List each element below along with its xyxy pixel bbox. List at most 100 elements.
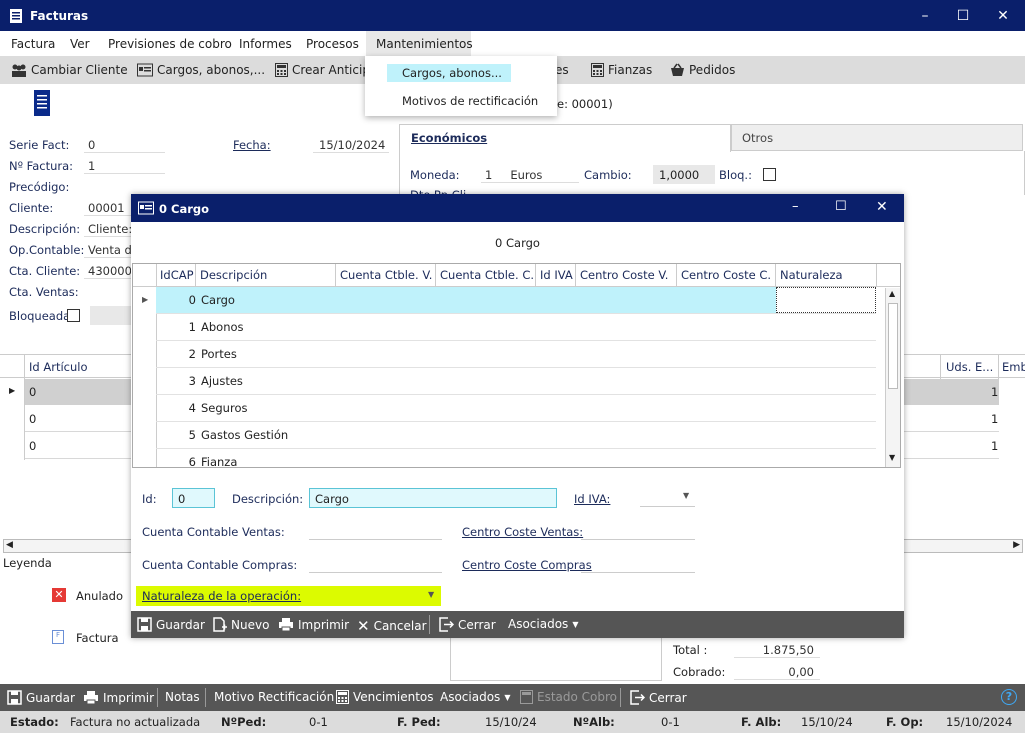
opcontable-field[interactable]: Venta de bbox=[84, 243, 131, 258]
dialog-cancelar-button[interactable]: ✕ Cancelar bbox=[357, 617, 427, 635]
scroll-left-icon[interactable]: ◀ bbox=[6, 540, 13, 550]
fianzas-button[interactable]: Fianzas bbox=[591, 63, 652, 77]
descripcion-field[interactable]: Cliente: bbox=[84, 222, 132, 237]
table-row[interactable]: 0 bbox=[24, 433, 131, 459]
dialog-nuevo-label: Nuevo bbox=[231, 617, 270, 632]
table-row-right[interactable]: 1 bbox=[903, 406, 999, 432]
col-naturaleza[interactable]: Naturaleza bbox=[776, 264, 877, 287]
table-row[interactable]: 0 bbox=[24, 379, 131, 405]
col-descripcion[interactable]: Descripción bbox=[196, 264, 336, 287]
ctacliente-field[interactable]: 430000 bbox=[84, 264, 131, 279]
tab-otros[interactable]: Otros bbox=[731, 124, 1023, 151]
menu-mantenimientos[interactable]: Mantenimientos bbox=[376, 37, 473, 51]
dialog-nuevo-button[interactable]: Nuevo bbox=[212, 617, 269, 632]
moneda-field[interactable]: 1 Euros bbox=[481, 168, 579, 183]
table-row[interactable]: 0 bbox=[24, 406, 131, 432]
table-row[interactable]: 3 Ajustes bbox=[156, 368, 876, 395]
scroll-right-icon[interactable]: ▶ bbox=[1013, 540, 1020, 550]
tab-economicos[interactable]: Económicos bbox=[399, 124, 731, 152]
nalb-value: 0-1 bbox=[661, 715, 680, 729]
dialog-guardar-button[interactable]: Guardar bbox=[137, 617, 205, 632]
table-row-right[interactable]: 1 bbox=[903, 433, 999, 459]
col-idiva[interactable]: Id IVA bbox=[536, 264, 576, 287]
imprimir-button[interactable]: Imprimir bbox=[83, 690, 154, 705]
bloqueada-checkbox[interactable] bbox=[67, 309, 80, 322]
dialog-asociados-button[interactable]: Asociados ▼ bbox=[508, 617, 578, 631]
nfactura-field[interactable]: 1 bbox=[84, 159, 165, 174]
col-emb[interactable]: Emb bbox=[1002, 360, 1025, 374]
row-id: 1 bbox=[188, 320, 196, 334]
maximize-button[interactable]: ☐ bbox=[953, 7, 973, 25]
table-row-right[interactable]: 1 bbox=[903, 379, 999, 405]
menu-item-motivos[interactable]: Motivos de rectificación bbox=[402, 94, 538, 108]
menu-factura[interactable]: Factura bbox=[11, 37, 55, 51]
cerrar-button[interactable]: Cerrar bbox=[630, 690, 687, 705]
dialog-cerrar-button[interactable]: Cerrar bbox=[439, 617, 496, 632]
idiva-label[interactable]: Id IVA: bbox=[574, 492, 610, 506]
cargos-button[interactable]: Cargos, abonos,... bbox=[137, 63, 265, 77]
dialog-guardar-label: Guardar bbox=[156, 617, 205, 632]
naturaleza-cell[interactable] bbox=[776, 287, 876, 313]
scrollbar-thumb[interactable] bbox=[888, 303, 898, 389]
col-idcap[interactable]: IdCAP bbox=[156, 264, 196, 287]
menu-previsiones[interactable]: Previsiones de cobro bbox=[108, 37, 232, 51]
cctv-label[interactable]: Centro Coste Ventas: bbox=[462, 525, 583, 539]
pedidos-button[interactable]: Pedidos bbox=[670, 63, 735, 77]
ccc-field[interactable] bbox=[309, 554, 442, 573]
dialog-close-button[interactable]: ✕ bbox=[876, 199, 888, 215]
cctc-field[interactable] bbox=[581, 554, 695, 573]
scroll-up-icon[interactable]: ▲ bbox=[889, 289, 895, 298]
dialog-maximize-button[interactable]: ☐ bbox=[835, 199, 847, 214]
dialog-imprimir-button[interactable]: Imprimir bbox=[278, 617, 349, 632]
id-field[interactable]: 0 bbox=[172, 488, 215, 508]
menu-ver[interactable]: Ver bbox=[70, 37, 90, 51]
asociados-button[interactable]: Asociados ▼ bbox=[440, 690, 510, 704]
cambiar-cliente-button[interactable]: Cambiar Cliente bbox=[11, 63, 128, 77]
table-row[interactable]: 1 Abonos bbox=[156, 314, 876, 341]
col-cuenta-v[interactable]: Cuenta Ctble. V. bbox=[336, 264, 436, 287]
cctc-label[interactable]: Centro Coste Compras bbox=[462, 558, 592, 572]
col-id-articulo[interactable]: Id Artículo bbox=[29, 360, 88, 374]
dialog-minimize-button[interactable]: – bbox=[792, 199, 799, 214]
crear-anticipo-button[interactable]: Crear Anticipo bbox=[275, 63, 377, 77]
table-row[interactable]: 5 Gastos Gestión bbox=[156, 422, 876, 449]
descripcion-field[interactable]: Cargo bbox=[309, 488, 557, 508]
toolbar-partial-label[interactable]: es bbox=[555, 63, 569, 77]
exit-icon bbox=[439, 617, 454, 632]
fecha-label[interactable]: Fecha: bbox=[233, 138, 271, 152]
notas-button[interactable]: Notas bbox=[165, 690, 200, 704]
cctv-field[interactable] bbox=[581, 521, 695, 540]
dialog-grid: IdCAP Descripción Cuenta Ctble. V. Cuent… bbox=[132, 263, 901, 468]
col-centro-c[interactable]: Centro Coste C. bbox=[677, 264, 776, 287]
motivo-rectificacion-button[interactable]: Motivo Rectificación bbox=[214, 690, 334, 704]
legend-anulado: Anulado bbox=[76, 589, 124, 603]
col-uds[interactable]: Uds. E... bbox=[946, 360, 993, 374]
row-id: 0 bbox=[188, 293, 196, 307]
table-row[interactable]: 0 Cargo bbox=[156, 287, 876, 314]
vencimientos-button[interactable]: Vencimientos bbox=[336, 690, 434, 704]
vertical-scrollbar[interactable]: ▲ ▼ bbox=[885, 288, 900, 467]
bloq-checkbox[interactable] bbox=[763, 168, 776, 181]
close-button[interactable]: ✕ bbox=[993, 7, 1013, 25]
table-row[interactable]: 2 Portes bbox=[156, 341, 876, 368]
nped-label: NºPed: bbox=[221, 715, 267, 729]
cliente-field[interactable]: 00001 bbox=[84, 201, 131, 216]
menu-informes[interactable]: Informes bbox=[239, 37, 292, 51]
col-cuenta-c[interactable]: Cuenta Ctble. C. bbox=[436, 264, 536, 287]
guardar-button[interactable]: Guardar bbox=[7, 690, 75, 705]
tab-otros-label: Otros bbox=[742, 131, 774, 145]
scroll-down-icon[interactable]: ▼ bbox=[889, 453, 895, 462]
help-icon[interactable]: ? bbox=[1001, 689, 1017, 705]
naturaleza-select[interactable]: Naturaleza de la operación: ▼ bbox=[136, 586, 441, 606]
fecha-field[interactable]: 15/10/2024 bbox=[313, 138, 389, 153]
notes-box[interactable] bbox=[450, 638, 662, 681]
table-row[interactable]: 6 Fianza bbox=[156, 449, 876, 467]
minimize-button[interactable]: – bbox=[915, 7, 935, 25]
ccv-field[interactable] bbox=[309, 521, 442, 540]
idiva-select[interactable]: ▼ bbox=[640, 488, 695, 507]
serie-field[interactable]: 0 bbox=[84, 138, 165, 153]
table-row[interactable]: 4 Seguros bbox=[156, 395, 876, 422]
menu-item-cargos[interactable]: Cargos, abonos... bbox=[387, 64, 511, 82]
col-centro-v[interactable]: Centro Coste V. bbox=[576, 264, 677, 287]
menu-procesos[interactable]: Procesos bbox=[306, 37, 359, 51]
